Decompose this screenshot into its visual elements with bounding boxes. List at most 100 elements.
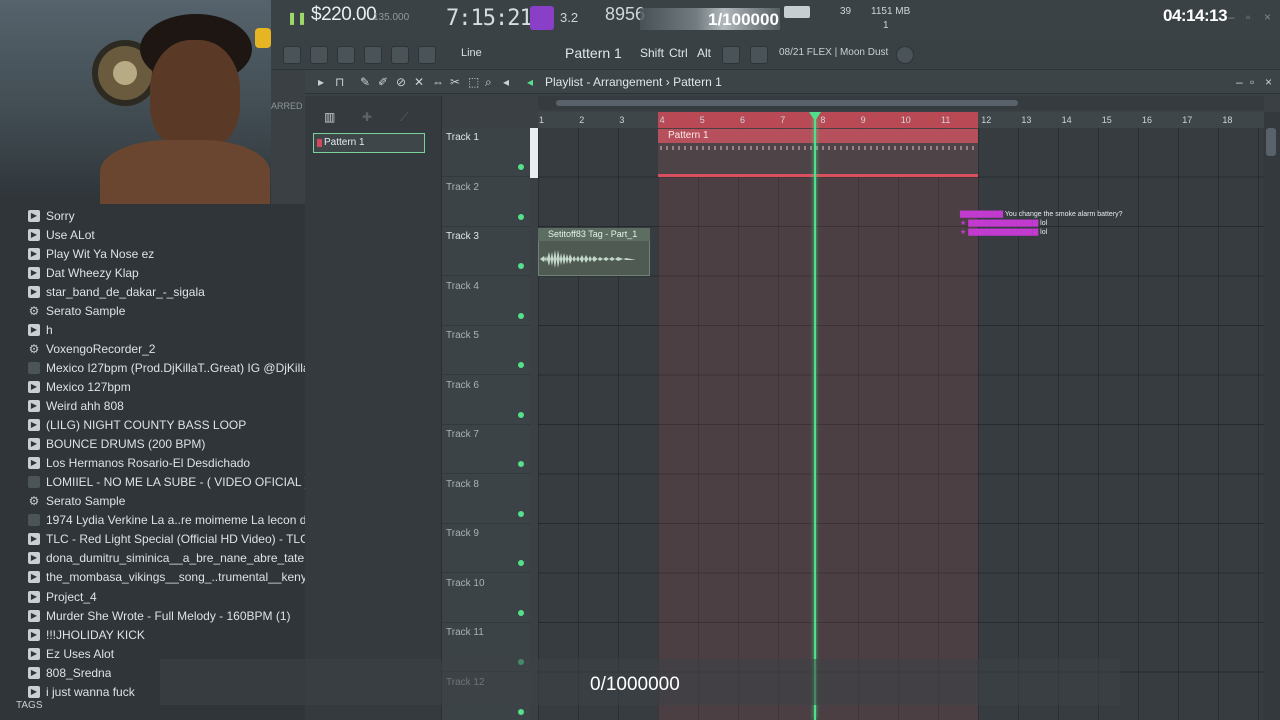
- browser-item[interactable]: ▶ the_mombasa_vikings__song_..trumental__…: [0, 568, 305, 587]
- browser-item[interactable]: ▶ h: [0, 320, 305, 339]
- microphone-icon[interactable]: [418, 46, 436, 64]
- picker-pattern-item[interactable]: Pattern 1: [313, 133, 425, 153]
- track-led[interactable]: [518, 263, 524, 269]
- picker-add-icon[interactable]: ✚: [362, 110, 372, 124]
- pause-icon[interactable]: ❚❚: [287, 11, 307, 25]
- picker-link-icon[interactable]: ⟋: [400, 110, 408, 125]
- playlist-close-icon[interactable]: ×: [1265, 75, 1272, 89]
- goal-counter-bottom: 0/1000000: [590, 674, 680, 695]
- draw-icon[interactable]: ✎: [360, 75, 370, 89]
- memory-readout: 1151 MB: [871, 6, 911, 17]
- browser-item[interactable]: ⚙ Serato Sample: [0, 492, 305, 511]
- ctrl-key[interactable]: Ctrl: [669, 46, 688, 60]
- breadcrumb-separator: ›: [665, 75, 674, 89]
- mute-tool-icon[interactable]: ✕: [414, 75, 424, 89]
- browser-item[interactable]: 1974 Lydia Verkine La a..re moimeme La l…: [0, 511, 305, 530]
- track-1-mute-strip[interactable]: [530, 128, 538, 178]
- browser-item[interactable]: LOMIIEL - NO ME LA SUBE - ( VIDEO OFICIA…: [0, 473, 305, 492]
- maximize-icon[interactable]: ▫: [1246, 10, 1250, 24]
- tempo-readout[interactable]: 135.000: [373, 12, 409, 23]
- track-header[interactable]: Track 1: [442, 128, 530, 177]
- slip-icon[interactable]: ⇔: [432, 75, 444, 89]
- playlist-maximize-icon[interactable]: ▫: [1250, 75, 1254, 89]
- pattern-clip-label[interactable]: Pattern 1: [658, 129, 978, 143]
- track-led[interactable]: [518, 213, 524, 220]
- record-button[interactable]: [530, 6, 554, 30]
- playlist-icon[interactable]: [391, 46, 409, 64]
- browser-item[interactable]: ▶ star_band_de_dakar_-_sigala: [0, 282, 305, 301]
- browser-item[interactable]: ▶ Dat Wheezy Klap: [0, 263, 305, 282]
- playhead[interactable]: [814, 118, 816, 720]
- alt-key[interactable]: Alt: [697, 46, 711, 60]
- picker-view-icon[interactable]: ▥: [324, 110, 335, 124]
- track-led[interactable]: [518, 312, 524, 319]
- track-led[interactable]: [518, 461, 524, 467]
- tags-label[interactable]: TAGS: [16, 700, 42, 711]
- browser-item[interactable]: ▶ Sorry: [0, 206, 305, 225]
- piano-roll-icon[interactable]: [337, 46, 355, 64]
- track-header[interactable]: Track 7: [442, 425, 530, 474]
- master-volume-slider[interactable]: [784, 6, 810, 18]
- audio-clip-label[interactable]: Setitoff83 Tag - Part_1: [538, 228, 650, 241]
- pattern-selector[interactable]: Pattern 1: [565, 45, 622, 61]
- browser-item[interactable]: ▶ Mexico 127bpm: [0, 377, 305, 396]
- track-header[interactable]: Track 5: [442, 326, 530, 375]
- track-led[interactable]: [518, 362, 524, 368]
- speaker-icon[interactable]: ◂: [503, 75, 509, 89]
- track-header[interactable]: Track 4: [442, 277, 530, 326]
- plugin-icon[interactable]: [896, 46, 914, 64]
- mixer-icon[interactable]: [364, 46, 382, 64]
- yellow-object: [255, 28, 271, 48]
- browser-item[interactable]: ▶ Murder She Wrote - Full Melody - 160BPM…: [0, 606, 305, 625]
- browser-item[interactable]: Mexico I27bpm (Prod.DjKillaT..Great) IG …: [0, 358, 305, 377]
- track-header[interactable]: Track 8: [442, 475, 530, 524]
- track-led[interactable]: [518, 164, 524, 170]
- track-header[interactable]: Track 9: [442, 524, 530, 573]
- track-led[interactable]: [518, 510, 524, 517]
- channel-rack-icon[interactable]: [310, 46, 328, 64]
- zoom-icon[interactable]: ⌕: [485, 75, 492, 90]
- browser-item[interactable]: ▶ dona_dumitru_siminica__a_bre_nane_abre_…: [0, 549, 305, 568]
- browser-item[interactable]: ▶ Play Wit Ya Nose ez: [0, 244, 305, 263]
- browser-item[interactable]: ⚙ Serato Sample: [0, 301, 305, 320]
- browser-item[interactable]: ▶ Weird ahh 808: [0, 397, 305, 416]
- track-led[interactable]: [518, 708, 524, 715]
- track-header[interactable]: Track 10: [442, 574, 530, 623]
- shop-icon[interactable]: [750, 46, 768, 64]
- person-head: [150, 40, 240, 150]
- browser-item[interactable]: ▶ TLC - Red Light Special (Official HD Vi…: [0, 530, 305, 549]
- browser-item[interactable]: ▶ (LILG) NIGHT COUNTY BASS LOOP: [0, 416, 305, 435]
- snap-select[interactable]: Line: [461, 47, 482, 59]
- vertical-scroll-thumb[interactable]: [1266, 128, 1276, 156]
- browser-icon[interactable]: [283, 46, 301, 64]
- browser-item[interactable]: ▶ Use ALot: [0, 225, 305, 244]
- vertical-scrollbar[interactable]: [1264, 112, 1280, 720]
- browser-item[interactable]: ▶ Los Hermanos Rosario-El Desdichado: [0, 454, 305, 473]
- browser-item[interactable]: ⚙ VoxengoRecorder_2: [0, 339, 305, 358]
- stream-clock: 04:14:13: [1163, 6, 1228, 25]
- magnet-icon[interactable]: ⊓: [335, 75, 344, 89]
- playlist-minimize-icon[interactable]: –: [1236, 75, 1243, 89]
- select-icon[interactable]: ⬚: [468, 75, 479, 89]
- track-header[interactable]: Track 2: [442, 178, 530, 227]
- track-led[interactable]: [518, 609, 524, 616]
- browser-item[interactable]: ▶ !!!JHOLIDAY KICK: [0, 625, 305, 644]
- paint-icon[interactable]: ✐: [378, 75, 388, 89]
- track-led[interactable]: [518, 411, 524, 418]
- track-header[interactable]: Track 3: [442, 227, 530, 276]
- close-icon[interactable]: ×: [1264, 10, 1271, 24]
- playlist-pattern-crumb[interactable]: Pattern 1: [673, 75, 722, 89]
- file-browser: ▶ Sorry ▶ Use ALot ▶ Play Wit Ya Nose ez ▶ Dat …: [0, 204, 305, 720]
- horizontal-scroll-thumb[interactable]: [556, 100, 1018, 106]
- delete-icon[interactable]: ⊘: [396, 75, 406, 89]
- slice-icon[interactable]: ✂: [450, 75, 460, 89]
- help-icon[interactable]: [722, 46, 740, 64]
- play-arrow-icon[interactable]: ▸: [318, 75, 324, 89]
- browser-item[interactable]: ▶ Project_4: [0, 587, 305, 606]
- minimize-icon[interactable]: –: [1228, 10, 1235, 24]
- track-header[interactable]: Track 6: [442, 376, 530, 425]
- file-icon: ▶: [28, 266, 40, 279]
- browser-item[interactable]: ▶ BOUNCE DRUMS (200 BPM): [0, 435, 305, 454]
- shift-key[interactable]: Shift: [640, 46, 664, 60]
- track-led[interactable]: [518, 560, 524, 566]
